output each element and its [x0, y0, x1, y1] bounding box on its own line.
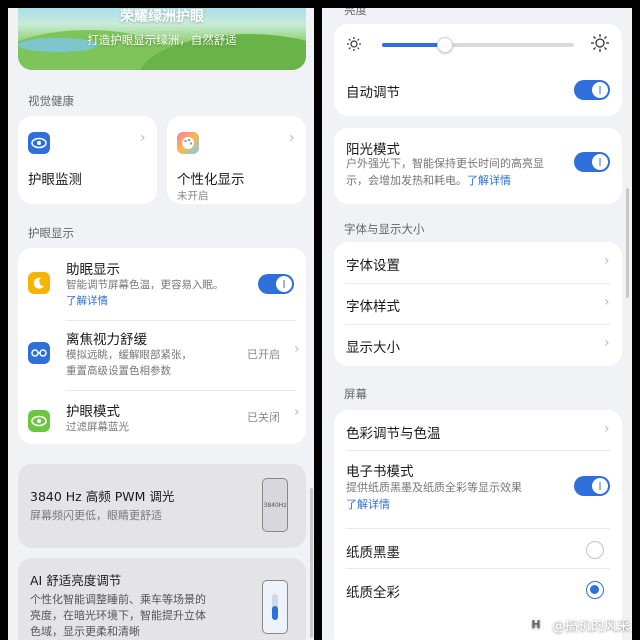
ai-brightness-desc-line2: 亮度，在暗光环境下，智能提升立体: [30, 609, 206, 622]
left-phone-screen: 荣耀绿洲护眼 打造护眼显示绿洲，自然舒适 视觉健康 › 护眼监测 › 个性化显示…: [8, 8, 314, 640]
moon-icon: [28, 272, 50, 294]
pwm-dimming-card[interactable]: 3840 Hz 高频 PWM 调光 屏幕频闪更低，眼睛更舒适 3840Hz: [18, 464, 306, 548]
sunlight-mode-title: 阳光模式: [346, 142, 400, 158]
toggle-knob: [276, 276, 292, 292]
color-temp-row[interactable]: 色彩调节与色温 ›: [334, 410, 622, 450]
sleep-display-desc: 智能调节屏幕色温，更容易入眠。: [66, 279, 224, 291]
palette-icon: [177, 132, 199, 154]
ai-brightness-title: AI 舒适亮度调节: [30, 573, 122, 588]
row-divider: [66, 320, 296, 321]
ai-brightness-desc-line1: 个性化智能调整睡前、乘车等场景的: [30, 593, 206, 606]
paper-color-row[interactable]: 纸质全彩: [334, 568, 622, 610]
sunlight-learn-more-link[interactable]: 了解详情: [467, 174, 511, 187]
scrollbar[interactable]: [626, 188, 629, 298]
paper-color-radio[interactable]: [586, 581, 604, 599]
section-brightness: 亮度: [344, 8, 367, 17]
eye-mode-desc: 过滤屏幕蓝光: [66, 421, 129, 433]
display-size-row[interactable]: 显示大小 ›: [334, 324, 622, 366]
personal-display-status: 未开启: [177, 190, 209, 202]
section-font-display: 字体与显示大小: [344, 222, 425, 236]
right-phone-screen: 亮度 自动调节 阳光模式 户外强光下，智能保持更长时间的高亮显 示，会增加发热和…: [322, 8, 632, 640]
pwm-title: 3840 Hz 高频 PWM 调光: [30, 489, 175, 504]
chevron-right-icon: ›: [604, 294, 610, 310]
chevron-right-icon: ›: [140, 130, 146, 146]
sleep-display-toggle[interactable]: [258, 274, 294, 294]
font-settings-title: 字体设置: [346, 258, 400, 274]
paper-color-title: 纸质全彩: [346, 585, 400, 601]
ai-brightness-card[interactable]: AI 舒适亮度调节 个性化智能调整睡前、乘车等场景的 亮度，在暗光环境下，智能提…: [18, 558, 306, 640]
sunlight-mode-card: 阳光模式 户外强光下，智能保持更长时间的高亮显 示，会增加发热和耗电。了解详情: [334, 128, 622, 204]
toggle-knob: [592, 478, 608, 494]
sunlight-desc-line2: 示，会增加发热和耗电。了解详情: [346, 173, 511, 189]
screen-divider: [314, 0, 322, 640]
paper-black-title: 纸质黑墨: [346, 545, 400, 561]
eye-monitor-title: 护眼监测: [28, 172, 82, 188]
personal-display-title: 个性化显示: [177, 172, 245, 188]
pwm-thumb-label: 3840Hz: [263, 501, 287, 509]
banner-title: 荣耀绿洲护眼: [120, 9, 204, 25]
sunlight-desc-line1: 户外强光下，智能保持更长时间的高亮显: [346, 157, 544, 170]
pwm-desc: 屏幕频闪更低，眼睛更舒适: [30, 509, 162, 522]
sunlight-mode-toggle[interactable]: [574, 152, 610, 172]
section-screen: 屏幕: [344, 387, 367, 401]
sun-dim-icon: [346, 36, 362, 56]
chevron-right-icon: ›: [604, 421, 610, 437]
eye-mode-status: 已关闭: [247, 411, 280, 424]
ai-brightness-desc-line3: 色域，显示更柔和清晰: [30, 625, 140, 638]
chevron-right-icon: ›: [604, 335, 610, 351]
chevron-right-icon[interactable]: ›: [294, 341, 300, 357]
screen-card: 色彩调节与色温 › 电子书模式 提供纸质黑墨及纸质全彩等显示效果 了解详情 纸质…: [334, 410, 622, 640]
brightness-phone-illustration: [262, 580, 288, 634]
display-size-title: 显示大小: [346, 340, 400, 356]
row-divider: [346, 450, 610, 451]
ebook-mode-toggle[interactable]: [574, 476, 610, 496]
font-display-card: 字体设置 › 字体样式 › 显示大小 ›: [334, 242, 622, 366]
watermark: H @搞机的风采: [525, 614, 630, 634]
scrollbar[interactable]: [310, 488, 313, 638]
color-temp-title: 色彩调节与色温: [346, 426, 441, 442]
sun-bright-icon: [590, 33, 610, 57]
auto-adjust-title: 自动调节: [346, 85, 400, 101]
brightness-slider-track[interactable]: [382, 43, 574, 47]
watermark-logo: H: [525, 614, 546, 634]
font-style-title: 字体样式: [346, 299, 400, 315]
watermark-text: @搞机的风采: [551, 618, 630, 634]
paper-black-radio[interactable]: [586, 541, 604, 559]
chevron-right-icon: ›: [604, 253, 610, 269]
brightness-slider-fill: [382, 43, 446, 47]
paper-black-row[interactable]: 纸质黑墨: [334, 528, 622, 568]
sleep-display-learn-more-link[interactable]: 了解详情: [66, 293, 108, 309]
defocus-desc-line2: 重置高级设置色相参数: [66, 365, 171, 377]
brightness-slider-thumb[interactable]: [437, 37, 454, 53]
glasses-icon: [28, 342, 50, 364]
eye-display-card: 助眠显示 智能调节屏幕色温，更容易入眠。 了解详情 离焦视力舒缓 模拟远眺，缓解…: [18, 248, 306, 444]
section-eye-display: 护眼显示: [28, 226, 74, 240]
eye-icon: [28, 132, 50, 154]
eye-monitor-tile[interactable]: › 护眼监测: [18, 116, 157, 204]
ebook-mode-desc: 提供纸质黑墨及纸质全彩等显示效果: [346, 481, 522, 494]
eye-mode-title: 护眼模式: [66, 404, 120, 420]
sunlight-desc-line2-text: 示，会增加发热和耗电。: [346, 174, 467, 187]
section-visual-health: 视觉健康: [28, 94, 74, 108]
personal-display-tile[interactable]: › 个性化显示 未开启: [167, 116, 306, 204]
chevron-right-icon[interactable]: ›: [294, 404, 300, 420]
font-style-row[interactable]: 字体样式 ›: [334, 283, 622, 324]
chevron-right-icon: ›: [289, 130, 295, 146]
brightness-card: 自动调节: [334, 24, 622, 116]
row-divider: [66, 390, 296, 391]
toggle-knob: [592, 154, 608, 170]
banner-subtitle: 打造护眼显示绿洲，自然舒适: [87, 33, 237, 47]
pwm-phone-illustration: 3840Hz: [262, 478, 288, 532]
ebook-mode-title: 电子书模式: [346, 464, 414, 480]
sleep-display-title: 助眠显示: [66, 262, 120, 278]
ebook-learn-more-link[interactable]: 了解详情: [346, 497, 390, 513]
toggle-knob: [592, 82, 608, 98]
defocus-status: 已开启: [247, 348, 280, 361]
eye-care-banner[interactable]: 荣耀绿洲护眼 打造护眼显示绿洲，自然舒适: [18, 8, 306, 70]
font-settings-row[interactable]: 字体设置 ›: [334, 242, 622, 283]
defocus-title: 离焦视力舒缓: [66, 332, 147, 348]
eye-mode-icon: [28, 410, 50, 432]
auto-adjust-toggle[interactable]: [574, 80, 610, 100]
defocus-desc-line1: 模拟远眺，缓解眼部紧张，: [66, 349, 192, 361]
